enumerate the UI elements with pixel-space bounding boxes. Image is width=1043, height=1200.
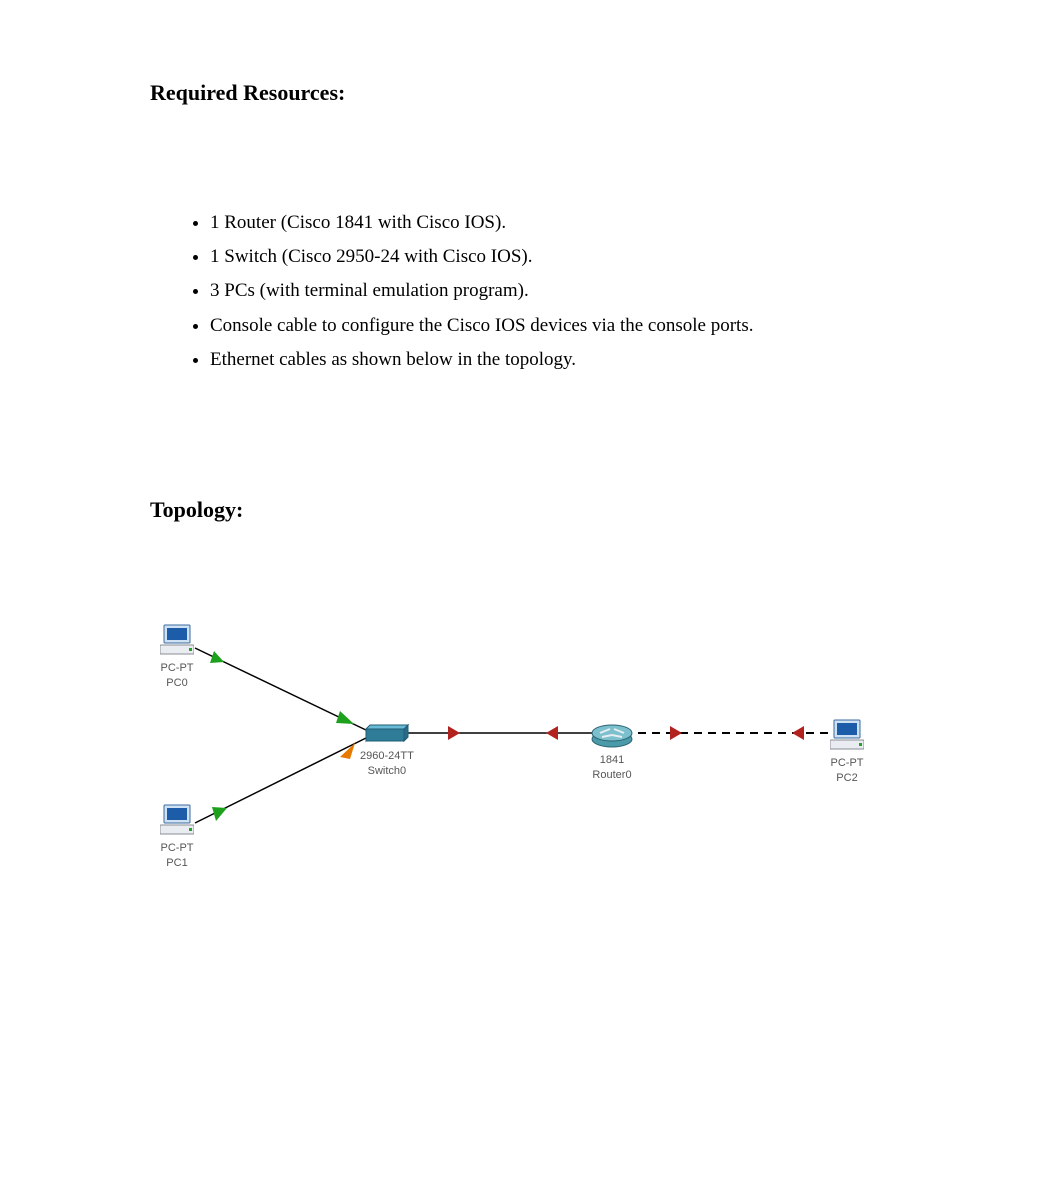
required-resources-heading: Required Resources: <box>150 80 893 106</box>
resource-item: 3 PCs (with terminal emulation program). <box>210 274 893 308</box>
resource-item: 1 Router (Cisco 1841 with Cisco IOS). <box>210 206 893 240</box>
document-page: Required Resources: 1 Router (Cisco 1841… <box>0 0 1043 903</box>
resource-item: Console cable to configure the Cisco IOS… <box>210 309 893 343</box>
router-icon <box>590 723 634 749</box>
node-model: PC-PT <box>830 757 864 770</box>
pc-icon <box>830 718 864 752</box>
node-model: 2960-24TT <box>360 750 414 763</box>
switch-icon <box>364 723 410 745</box>
node-pc0: PC-PT PC0 <box>160 623 194 690</box>
node-name: Switch0 <box>360 765 414 778</box>
node-pc1: PC-PT PC1 <box>160 803 194 870</box>
resource-item: Ethernet cables as shown below in the to… <box>210 343 893 377</box>
pc-icon <box>160 803 194 837</box>
node-model: PC-PT <box>160 662 194 675</box>
resource-item: 1 Switch (Cisco 2950-24 with Cisco IOS). <box>210 240 893 274</box>
node-model: 1841 <box>590 754 634 767</box>
node-switch0: 2960-24TT Switch0 <box>360 723 414 778</box>
node-pc2: PC-PT PC2 <box>830 718 864 785</box>
node-model: PC-PT <box>160 842 194 855</box>
required-resources-list: 1 Router (Cisco 1841 with Cisco IOS). 1 … <box>150 206 893 377</box>
node-router0: 1841 Router0 <box>590 723 634 782</box>
topology-heading: Topology: <box>150 497 893 523</box>
topology-diagram: PC-PT PC0 PC-PT PC1 <box>150 603 893 903</box>
topology-links <box>150 603 893 903</box>
node-name: PC1 <box>160 857 194 870</box>
node-name: PC2 <box>830 772 864 785</box>
node-name: PC0 <box>160 677 194 690</box>
pc-icon <box>160 623 194 657</box>
node-name: Router0 <box>590 769 634 782</box>
